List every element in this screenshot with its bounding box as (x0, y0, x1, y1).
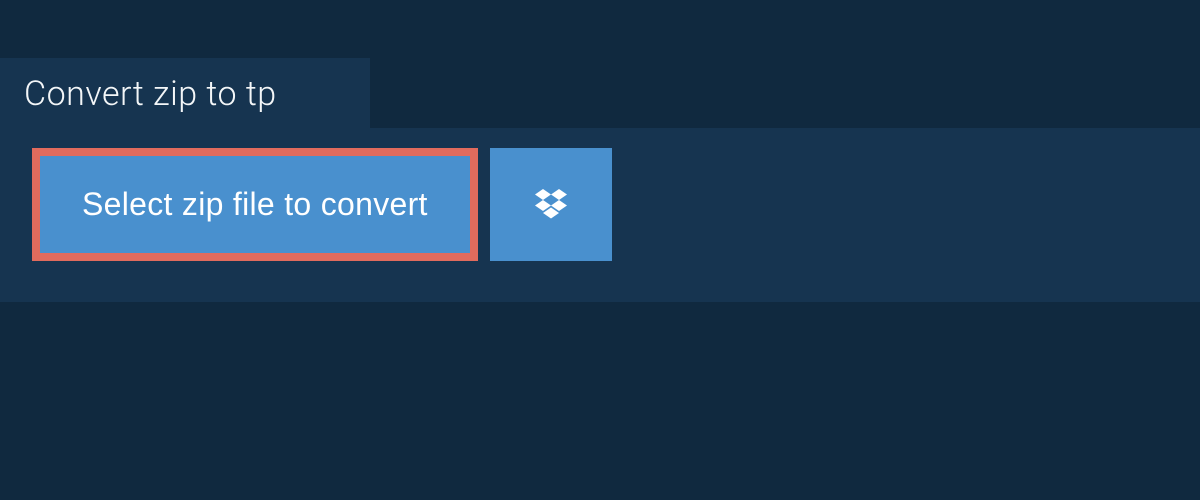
action-row: Select zip file to convert (32, 148, 612, 261)
converter-panel: Select zip file to convert (0, 128, 1200, 302)
select-file-highlight: Select zip file to convert (32, 148, 478, 261)
page-title: Convert zip to tp (24, 74, 342, 114)
dropbox-button[interactable] (490, 148, 612, 261)
tab-header: Convert zip to tp (0, 58, 370, 132)
dropbox-icon (531, 185, 571, 225)
select-file-button[interactable]: Select zip file to convert (40, 156, 470, 253)
select-file-label: Select zip file to convert (82, 186, 428, 223)
